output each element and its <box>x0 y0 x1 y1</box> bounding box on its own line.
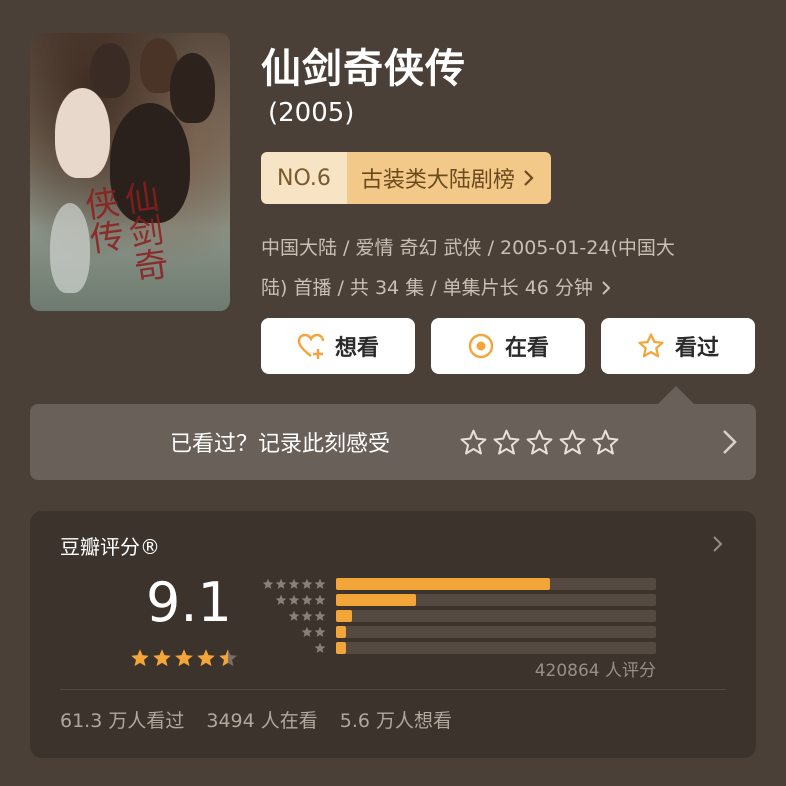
star-small-icon <box>301 578 313 589</box>
target-icon <box>468 333 494 359</box>
info-line-2-text: 陆) 首播 / 共 34 集 / 单集片长 46 分钟 <box>261 277 593 299</box>
star-small-icon <box>314 594 326 605</box>
distribution-stars <box>301 626 326 638</box>
star-outline-icon[interactable] <box>559 429 586 456</box>
divider <box>60 689 726 690</box>
poster-figure <box>170 53 215 123</box>
rating-count: 420864 人评分 <box>534 661 656 681</box>
distribution-row <box>256 609 656 623</box>
star-small-icon <box>314 642 326 653</box>
distribution-track <box>336 578 656 590</box>
star-filled-icon <box>153 649 171 667</box>
star-small-icon <box>275 578 287 589</box>
distribution-stars <box>275 594 326 606</box>
heart-plus-icon <box>297 333 325 359</box>
watching-label: 在看 <box>504 336 549 361</box>
watched-button[interactable]: 看过 <box>601 318 755 374</box>
distribution-stars <box>314 642 326 654</box>
chevron-right-icon[interactable] <box>720 428 740 456</box>
distribution-track <box>336 594 656 606</box>
distribution-row <box>256 641 656 655</box>
watched-count: 61.3 万人看过 <box>60 710 185 732</box>
distribution-track <box>336 626 656 638</box>
distribution-row <box>256 625 656 639</box>
want-to-watch-button[interactable]: 想看 <box>261 318 415 374</box>
rating-stars-input[interactable] <box>460 429 619 456</box>
star-half-icon <box>219 649 237 667</box>
star-outline-icon[interactable] <box>493 429 520 456</box>
star-small-icon <box>288 578 300 589</box>
info-summary[interactable]: 中国大陆 / 爱情 奇幻 武侠 / 2005-01-24(中国大 陆) 首播 /… <box>261 228 741 308</box>
star-small-icon <box>275 594 287 605</box>
watched-label: 看过 <box>674 336 719 361</box>
poster-figure <box>90 43 130 98</box>
action-buttons: 想看 在看 看过 <box>261 318 755 374</box>
distribution-bar <box>336 626 346 638</box>
rank-number: NO.6 <box>261 152 347 204</box>
star-small-icon <box>314 626 326 637</box>
distribution-stars <box>262 578 326 590</box>
want-to-watch-label: 想看 <box>334 336 379 361</box>
record-prompt: 已看过？记录此刻感受 <box>170 432 391 457</box>
star-small-icon <box>288 610 300 621</box>
release-year: (2005) <box>268 98 355 128</box>
distribution-bar <box>336 642 346 654</box>
distribution-bar <box>336 610 352 622</box>
star-filled-icon <box>131 649 149 667</box>
page-title: 仙剑奇侠传 <box>261 46 466 92</box>
distribution-row <box>256 577 656 591</box>
rank-badge[interactable]: NO.6 古装类大陆剧榜 <box>261 152 551 204</box>
distribution-track <box>336 610 656 622</box>
chevron-right-icon[interactable] <box>712 535 724 553</box>
watching-count: 3494 人在看 <box>206 710 318 732</box>
star-outline-icon[interactable] <box>592 429 619 456</box>
rank-list: 古装类大陆剧榜 <box>346 152 551 204</box>
distribution-bar <box>336 594 416 606</box>
star-small-icon <box>314 610 326 621</box>
rank-list-label: 古装类大陆剧榜 <box>360 168 515 193</box>
star-small-icon <box>262 578 274 589</box>
poster-figure <box>55 88 110 178</box>
info-line-2: 陆) 首播 / 共 34 集 / 单集片长 46 分钟 <box>261 268 741 308</box>
audience-stats: 61.3 万人看过 3494 人在看 5.6 万人想看 <box>60 706 452 733</box>
star-small-icon <box>288 594 300 605</box>
score-stars <box>130 648 238 668</box>
poster-image[interactable]: 仙剑奇侠传 <box>30 33 230 311</box>
star-filled-icon <box>197 649 215 667</box>
star-outline-icon[interactable] <box>460 429 487 456</box>
rating-label: 豆瓣评分® <box>60 535 160 559</box>
chevron-right-icon <box>602 281 611 295</box>
star-small-icon <box>301 610 313 621</box>
star-outline-icon <box>638 333 664 358</box>
star-small-icon <box>301 594 313 605</box>
distribution-track <box>336 642 656 654</box>
record-feeling-bar[interactable]: 已看过？记录此刻感受 <box>30 404 756 480</box>
star-small-icon <box>314 578 326 589</box>
distribution-stars <box>288 610 326 622</box>
rating-score: 9.1 <box>146 571 232 634</box>
info-line-1: 中国大陆 / 爱情 奇幻 武侠 / 2005-01-24(中国大 <box>261 237 675 259</box>
popover-caret <box>658 386 694 404</box>
star-filled-icon <box>175 649 193 667</box>
chevron-right-icon <box>524 170 534 186</box>
douban-rating-card[interactable]: 豆瓣评分® 9.1 420864 人评分 61.3 万人看过 3494 人在看 … <box>30 511 756 758</box>
star-small-icon <box>301 626 313 637</box>
want-count: 5.6 万人想看 <box>339 710 453 732</box>
distribution-row <box>256 593 656 607</box>
star-outline-icon[interactable] <box>526 429 553 456</box>
distribution-bar <box>336 578 551 590</box>
watching-button[interactable]: 在看 <box>431 318 585 374</box>
